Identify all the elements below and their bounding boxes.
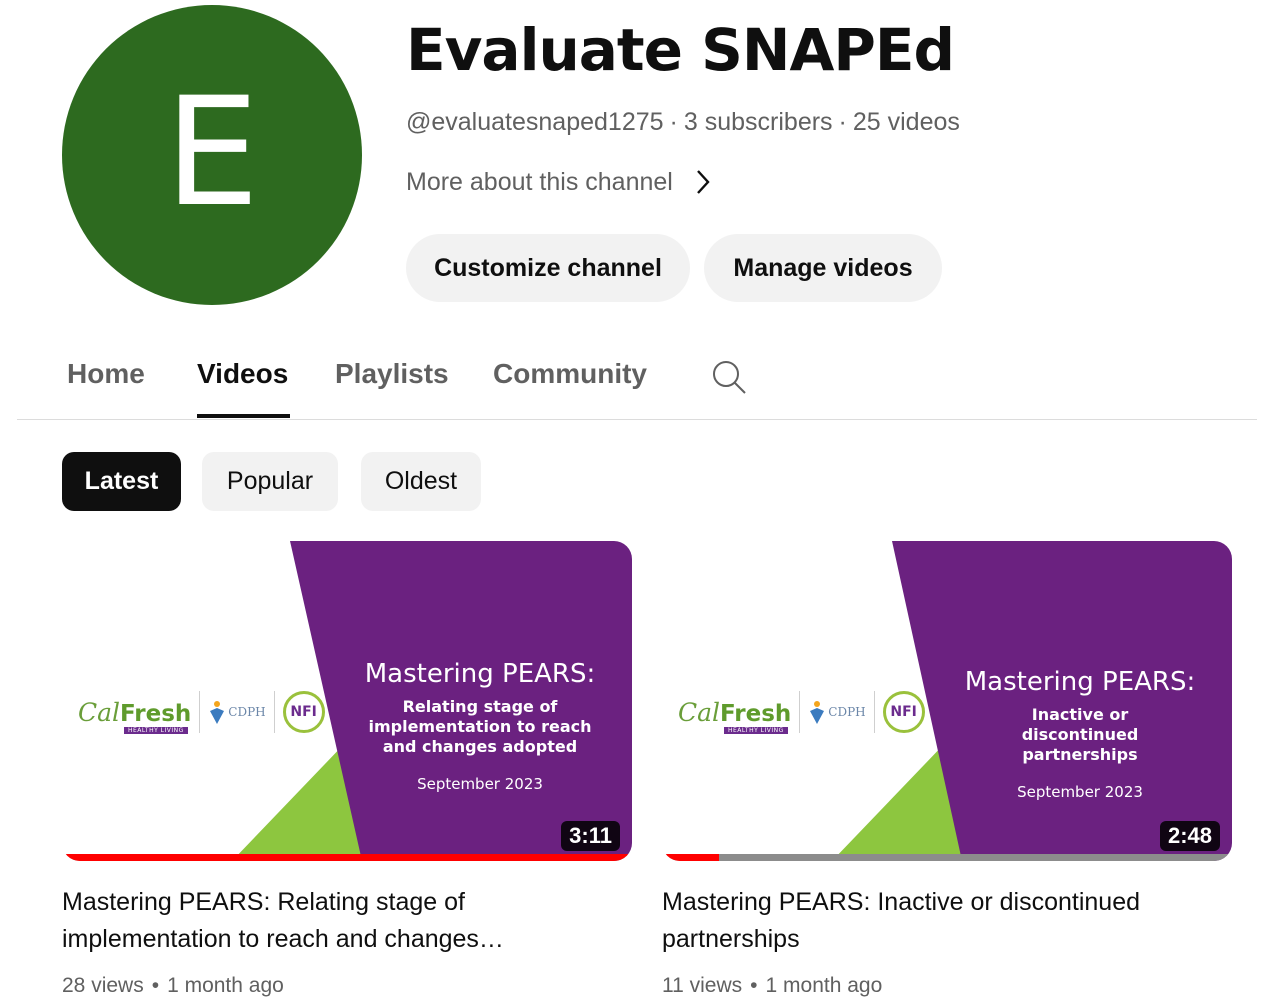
nfi-logo: NFI xyxy=(882,691,925,733)
subscriber-count: 3 subscribers xyxy=(683,108,833,136)
channel-title: Evaluate SNAPEd xyxy=(406,16,955,84)
view-count: 28 views xyxy=(62,974,144,997)
video-meta: 28 views • 1 month ago xyxy=(62,972,284,1000)
duration-badge: 2:48 xyxy=(1159,821,1220,851)
chip-popular[interactable]: Popular xyxy=(202,452,338,511)
video-title[interactable]: Mastering PEARS: Inactive or discontinue… xyxy=(662,884,1222,958)
thumbnail-logos: CalFresh HEALTHY LIVING CDPH NFI xyxy=(78,691,325,734)
slide-subtitle: Relating stage of implementation to reac… xyxy=(368,697,592,756)
slide-title: Mastering PEARS: xyxy=(364,659,596,689)
view-count: 11 views xyxy=(662,974,743,997)
calfresh-logo: CalFresh HEALTHY LIVING xyxy=(678,697,792,734)
slide-date: September 2023 xyxy=(417,775,543,793)
search-icon xyxy=(713,361,746,394)
watch-progress-fill xyxy=(62,854,632,861)
meta-separator: · xyxy=(838,108,847,136)
slide-date: September 2023 xyxy=(1017,783,1143,801)
thumbnail-logos: CalFresh HEALTHY LIVING CDPH NFI xyxy=(678,691,925,734)
tab-home[interactable]: Home xyxy=(67,356,145,392)
channel-handle: @evaluatesnaped1275 xyxy=(406,108,664,136)
customize-channel-button[interactable]: Customize channel xyxy=(406,234,690,302)
tab-search[interactable] xyxy=(710,358,748,401)
video-meta: 11 views • 1 month ago xyxy=(662,972,882,1000)
slide-subtitle: Inactive or discontinued partnerships xyxy=(1021,705,1139,764)
slide-title: Mastering PEARS: xyxy=(964,667,1196,697)
chevron-right-icon xyxy=(696,170,710,194)
tab-community[interactable]: Community xyxy=(493,356,647,392)
upload-age: 1 month ago xyxy=(167,974,284,997)
tab-videos[interactable]: Videos xyxy=(197,356,288,392)
active-tab-indicator xyxy=(197,414,290,418)
meta-separator: · xyxy=(669,108,678,136)
slide-text: Mastering PEARS: Inactive or discontinue… xyxy=(932,667,1228,801)
video-thumbnail[interactable]: CalFresh HEALTHY LIVING CDPH NFI Masterin… xyxy=(62,541,632,861)
more-about-label: More about this channel xyxy=(406,168,673,196)
channel-meta: @evaluatesnaped1275 · 3 subscribers · 25 vid… xyxy=(406,106,960,138)
manage-videos-button[interactable]: Manage videos xyxy=(704,234,942,302)
cdph-logo: CDPH xyxy=(208,699,266,725)
channel-avatar[interactable]: E xyxy=(62,5,362,305)
video-count: 25 videos xyxy=(852,108,960,136)
channel-tabs: Home Videos Playlists Community xyxy=(0,340,1266,420)
tabs-divider xyxy=(17,419,1257,420)
slide-text: Mastering PEARS: Relating stage of imple… xyxy=(332,659,628,793)
calfresh-logo: CalFresh HEALTHY LIVING xyxy=(78,697,192,734)
tab-playlists[interactable]: Playlists xyxy=(335,356,449,392)
upload-age: 1 month ago xyxy=(765,974,883,997)
cdph-logo: CDPH xyxy=(808,699,866,725)
meta-dot: • xyxy=(151,974,160,997)
watch-progress-fill xyxy=(662,854,719,861)
nfi-logo: NFI xyxy=(282,691,325,733)
video-thumbnail[interactable]: CalFresh HEALTHY LIVING CDPH NFI Masterin… xyxy=(662,541,1232,861)
meta-dot: • xyxy=(750,974,758,997)
avatar-letter: E xyxy=(164,66,260,240)
video-title[interactable]: Mastering PEARS: Relating stage of imple… xyxy=(62,884,622,958)
watch-progress-bar xyxy=(662,854,1232,861)
chip-oldest[interactable]: Oldest xyxy=(361,452,481,511)
duration-badge: 3:11 xyxy=(561,821,620,851)
watch-progress-bar xyxy=(62,854,632,861)
chip-latest[interactable]: Latest xyxy=(62,452,181,511)
more-about-channel-link[interactable]: More about this channel xyxy=(406,166,711,198)
